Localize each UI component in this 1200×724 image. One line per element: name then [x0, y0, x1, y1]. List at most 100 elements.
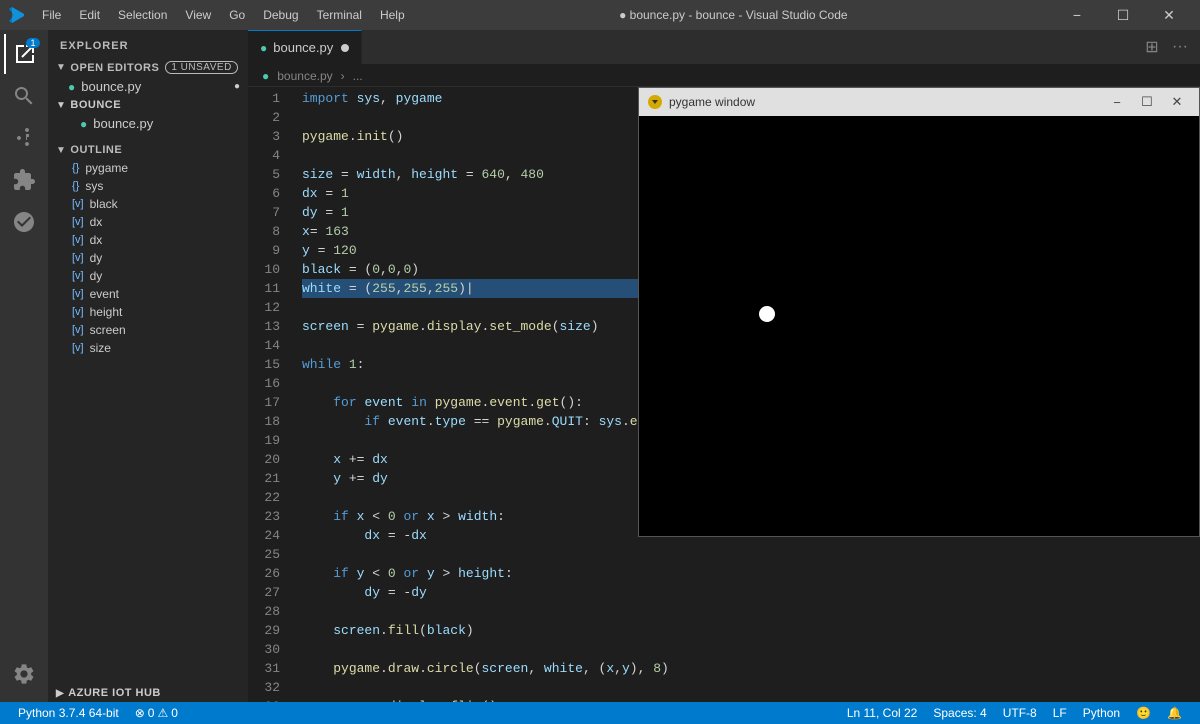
outline-screen-icon: [v] [72, 324, 84, 336]
line-numbers: 1234 5678 9101112 13141516 17181920 2122… [248, 87, 288, 702]
split-editor-button[interactable]: ⊞ [1140, 35, 1164, 59]
menu-go[interactable]: Go [221, 6, 253, 24]
status-errors[interactable]: ⊗ 0 ⚠ 0 [127, 702, 186, 724]
line-col-text: Ln 11, Col 22 [847, 706, 918, 720]
activity-source-control[interactable] [4, 118, 44, 158]
outline-chevron: ▼ [56, 145, 66, 156]
open-editors-label: OPEN EDITORS [70, 62, 159, 74]
more-actions-button[interactable]: ··· [1168, 35, 1192, 59]
outline-height-label: height [90, 305, 123, 319]
activity-extensions[interactable] [4, 160, 44, 200]
outline-dx1-icon: [v] [72, 216, 84, 228]
menu-file[interactable]: File [34, 6, 69, 24]
code-line-30 [302, 640, 1200, 659]
status-language[interactable]: Python [1075, 702, 1128, 724]
outline-dx1-label: dx [90, 215, 103, 229]
outline-dy2[interactable]: [v] dy [48, 267, 248, 285]
open-editors-section[interactable]: ▼ OPEN EDITORS 1 UNSAVED [48, 58, 248, 77]
titlebar: File Edit Selection View Go Debug Termin… [0, 0, 1200, 30]
bounce-folder-chevron: ▼ [56, 100, 66, 111]
code-line-32 [302, 678, 1200, 697]
outline-event[interactable]: [v] event [48, 285, 248, 303]
status-line-col[interactable]: Ln 11, Col 22 [839, 702, 926, 724]
menu-view[interactable]: View [177, 6, 219, 24]
editor-content[interactable]: 1234 5678 9101112 13141516 17181920 2122… [248, 87, 1200, 702]
menu-selection[interactable]: Selection [110, 6, 175, 24]
pygame-minimize-button[interactable]: − [1103, 91, 1131, 113]
status-feedback[interactable]: 🙂 [1128, 702, 1159, 724]
activity-settings[interactable] [4, 654, 44, 694]
activity-explorer[interactable]: 1 [4, 34, 44, 74]
outline-size[interactable]: [v] size [48, 339, 248, 357]
breadcrumb-file-icon: ● [262, 69, 269, 83]
status-bell[interactable]: 🔔 [1159, 702, 1190, 724]
maximize-button[interactable]: ☐ [1100, 0, 1146, 30]
outline-label: OUTLINE [70, 144, 122, 156]
pygame-close-button[interactable]: ✕ [1163, 91, 1191, 113]
open-editor-filename: bounce.py [81, 79, 141, 94]
outline-dy1[interactable]: [v] dy [48, 249, 248, 267]
breadcrumb-separator: › [341, 69, 345, 83]
status-line-ending[interactable]: LF [1045, 702, 1075, 724]
explorer-badge: 1 [26, 38, 40, 48]
breadcrumb-filename[interactable]: bounce.py [277, 69, 332, 83]
menu-edit[interactable]: Edit [71, 6, 108, 24]
breadcrumb-path[interactable]: ... [353, 69, 363, 83]
outline-event-label: event [90, 287, 119, 301]
editor-area: ● bounce.py ⊞ ··· ● bounce.py › ... 1234… [248, 30, 1200, 702]
tab-bar: ● bounce.py ⊞ ··· [248, 30, 1200, 65]
code-line-29: screen.fill(black) [302, 621, 1200, 640]
open-editor-bouncepy[interactable]: ● bounce.py ● [48, 77, 248, 96]
outline-screen-label: screen [90, 323, 126, 337]
sidebar: EXPLORER ▼ OPEN EDITORS 1 UNSAVED ● boun… [48, 30, 248, 702]
pygame-titlebar-left: pygame window [647, 94, 755, 110]
menu-help[interactable]: Help [372, 6, 413, 24]
pygame-window-title: pygame window [669, 95, 755, 109]
outline-sys[interactable]: {} sys [48, 177, 248, 195]
activity-remote[interactable] [4, 202, 44, 242]
close-button[interactable]: ✕ [1146, 0, 1192, 30]
python-version-text: Python 3.7.4 64-bit [18, 706, 119, 720]
outline-dy2-icon: [v] [72, 270, 84, 282]
code-line-26: if y < 0 or y > height: [302, 564, 1200, 583]
azure-iot-section[interactable]: ▶ AZURE IOT HUB [48, 684, 248, 702]
activity-bottom [4, 654, 44, 702]
outline-pygame[interactable]: {} pygame [48, 159, 248, 177]
outline-section[interactable]: ▼ OUTLINE [48, 141, 248, 159]
outline-height[interactable]: [v] height [48, 303, 248, 321]
titlebar-left: File Edit Selection View Go Debug Termin… [8, 6, 413, 24]
pygame-window[interactable]: pygame window − ☐ ✕ [638, 87, 1200, 537]
pygame-app-icon [647, 94, 663, 110]
outline-sys-label: sys [85, 179, 103, 193]
outline-size-icon: [v] [72, 342, 84, 354]
pygame-canvas [639, 116, 1199, 536]
outline-black[interactable]: [v] black [48, 195, 248, 213]
outline-dx1[interactable]: [v] dx [48, 213, 248, 231]
outline-size-label: size [90, 341, 111, 355]
bounce-folder-label: BOUNCE [70, 99, 121, 111]
status-spaces[interactable]: Spaces: 4 [925, 702, 994, 724]
tab-python-icon: ● [260, 41, 267, 55]
status-right: Ln 11, Col 22 Spaces: 4 UTF-8 LF Python … [839, 702, 1190, 724]
warning-icon: ⚠ [157, 706, 168, 720]
code-line-31: pygame.draw.circle(screen, white, (x,y),… [302, 659, 1200, 678]
pygame-window-controls: − ☐ ✕ [1103, 91, 1191, 113]
outline-screen[interactable]: [v] screen [48, 321, 248, 339]
menu-terminal[interactable]: Terminal [309, 6, 370, 24]
folder-bouncepy[interactable]: ● bounce.py [48, 114, 248, 133]
outline-dy1-label: dy [90, 251, 103, 265]
status-encoding[interactable]: UTF-8 [995, 702, 1045, 724]
minimize-button[interactable]: − [1054, 0, 1100, 30]
tab-bouncepy[interactable]: ● bounce.py [248, 30, 362, 65]
activity-search[interactable] [4, 76, 44, 116]
bounce-folder-header[interactable]: ▼ BOUNCE [48, 96, 248, 114]
pygame-maximize-button[interactable]: ☐ [1133, 91, 1161, 113]
encoding-text: UTF-8 [1003, 706, 1037, 720]
spaces-text: Spaces: 4 [933, 706, 986, 720]
status-bar: Python 3.7.4 64-bit ⊗ 0 ⚠ 0 Ln 11, Col 2… [0, 702, 1200, 724]
outline-dx2[interactable]: [v] dx [48, 231, 248, 249]
status-python-version[interactable]: Python 3.7.4 64-bit [10, 702, 127, 724]
folder-filename: bounce.py [93, 116, 153, 131]
menu-debug[interactable]: Debug [255, 6, 306, 24]
line-ending-text: LF [1053, 706, 1067, 720]
